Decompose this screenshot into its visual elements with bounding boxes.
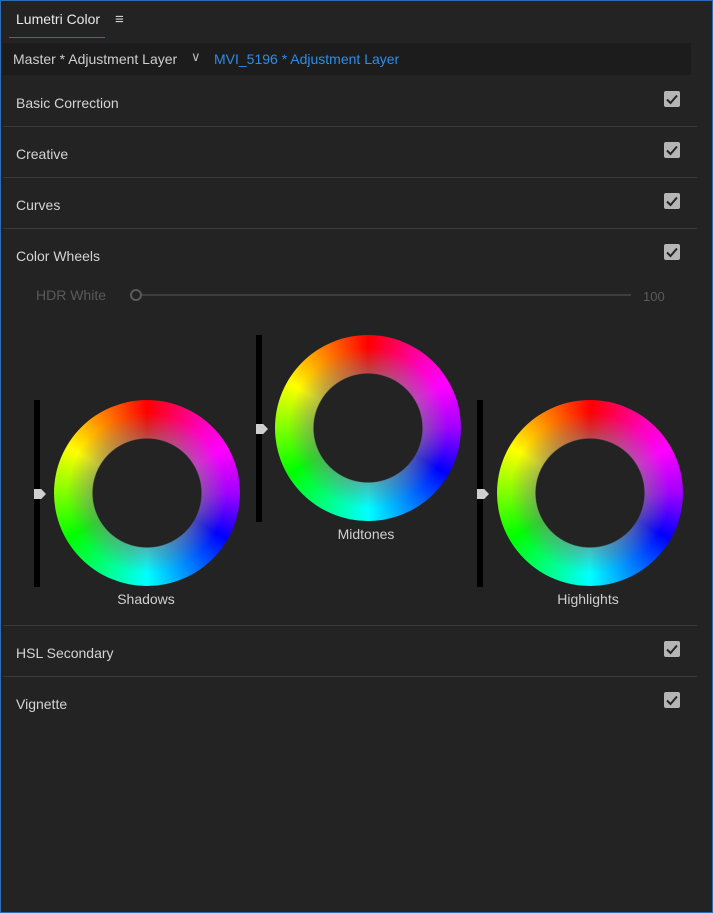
checkmark-icon	[666, 644, 678, 655]
master-clip-tab[interactable]: Master * Adjustment Layer	[13, 51, 177, 67]
hdr-white-slider-track[interactable]	[141, 294, 631, 296]
section-vignette[interactable]: Vignette	[3, 677, 697, 727]
active-tab-underline	[9, 37, 105, 38]
section-enable-checkbox[interactable]	[664, 91, 680, 107]
section-label: HSL Secondary	[16, 645, 114, 661]
section-label: Basic Correction	[16, 95, 119, 111]
checkmark-icon	[666, 196, 678, 207]
checkmark-icon	[666, 94, 678, 105]
clip-selector-bar: Master * Adjustment Layer ∨ MVI_5196 * A…	[2, 43, 691, 75]
section-color-wheels[interactable]: Color Wheels	[3, 229, 697, 279]
current-clip-dropdown[interactable]: MVI_5196 * Adjustment Layer	[214, 51, 399, 67]
section-enable-checkbox[interactable]	[664, 641, 680, 657]
hamburger-menu-icon[interactable]: ≡	[115, 11, 124, 28]
section-label: Creative	[16, 146, 69, 162]
lumetri-color-panel: Lumetri Color ≡ Master * Adjustment Laye…	[0, 0, 713, 913]
highlights-luma-slider-knob[interactable]	[477, 489, 489, 499]
checkmark-icon	[666, 145, 678, 156]
section-label: Vignette	[16, 696, 68, 712]
highlights-label: Highlights	[557, 591, 619, 607]
hdr-white-label: HDR White	[36, 287, 107, 303]
hdr-white-slider-knob[interactable]	[130, 289, 142, 301]
section-hsl-secondary[interactable]: HSL Secondary	[3, 626, 697, 677]
section-creative[interactable]: Creative	[3, 127, 697, 178]
checkmark-icon	[666, 247, 678, 258]
checkmark-icon	[666, 695, 678, 706]
highlights-color-wheel[interactable]	[497, 400, 683, 586]
hdr-white-value[interactable]: 100	[643, 289, 665, 304]
midtones-luma-slider-knob[interactable]	[256, 424, 268, 434]
section-enable-checkbox[interactable]	[664, 692, 680, 708]
section-enable-checkbox[interactable]	[664, 193, 680, 209]
shadows-color-wheel[interactable]	[54, 400, 240, 586]
section-enable-checkbox[interactable]	[664, 142, 680, 158]
section-curves[interactable]: Curves	[3, 178, 697, 229]
section-basic-correction[interactable]: Basic Correction	[3, 76, 697, 127]
section-enable-checkbox[interactable]	[664, 244, 680, 260]
panel-titlebar: Lumetri Color ≡	[1, 1, 712, 39]
chevron-down-icon[interactable]: ∨	[191, 49, 201, 65]
midtones-label: Midtones	[337, 526, 395, 542]
midtones-color-wheel[interactable]	[275, 335, 461, 521]
section-label: Curves	[16, 197, 61, 213]
panel-title[interactable]: Lumetri Color	[16, 11, 100, 27]
shadows-luma-slider-knob[interactable]	[34, 489, 46, 499]
shadows-label: Shadows	[117, 591, 175, 607]
section-label: Color Wheels	[16, 248, 101, 264]
